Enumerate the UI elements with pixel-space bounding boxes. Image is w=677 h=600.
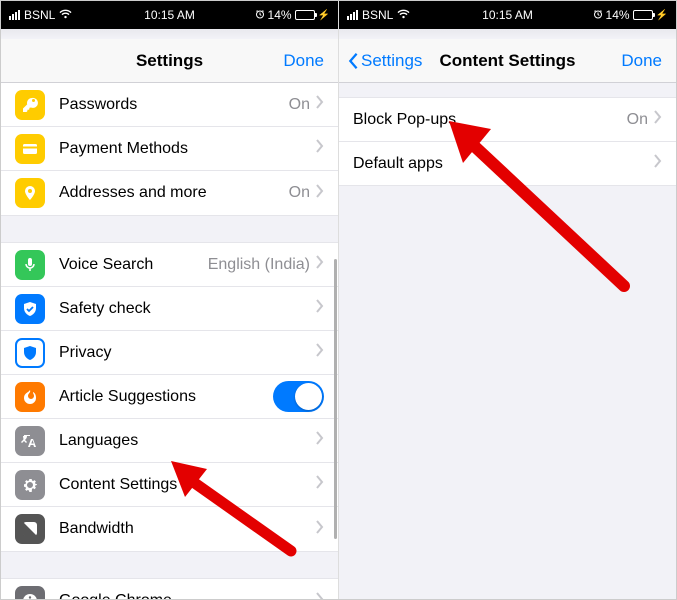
- microphone-icon: [15, 250, 45, 280]
- chevron-right-icon: [316, 299, 324, 318]
- credit-card-icon: [15, 134, 45, 164]
- info-icon: [15, 586, 45, 599]
- row-label: Block Pop-ups: [353, 111, 627, 129]
- battery-percent: 14%: [268, 8, 292, 22]
- translate-icon: [15, 426, 45, 456]
- chevron-right-icon: [654, 154, 662, 173]
- signal-icon: [9, 10, 20, 20]
- battery-icon: [295, 10, 315, 20]
- row-label: Safety check: [59, 300, 316, 318]
- shield-icon: [15, 338, 45, 368]
- battery-percent: 14%: [606, 8, 630, 22]
- nav-bar: Settings Content Settings Done: [339, 39, 676, 83]
- section-separator: [1, 551, 338, 579]
- row-label: Addresses and more: [59, 184, 289, 202]
- chevron-right-icon: [316, 139, 324, 158]
- status-time: 10:15 AM: [116, 8, 223, 22]
- row-google-chrome[interactable]: Google Chrome: [1, 579, 338, 599]
- back-button[interactable]: Settings: [347, 51, 422, 71]
- chevron-right-icon: [316, 475, 324, 494]
- row-languages[interactable]: Languages: [1, 419, 338, 463]
- chevron-right-icon: [316, 520, 324, 539]
- status-time: 10:15 AM: [454, 8, 561, 22]
- chevron-right-icon: [316, 343, 324, 362]
- row-voice-search[interactable]: Voice Search English (India): [1, 243, 338, 287]
- toggle-switch[interactable]: [273, 381, 324, 412]
- row-label: Article Suggestions: [59, 388, 273, 406]
- shield-check-icon: [15, 294, 45, 324]
- back-label: Settings: [361, 51, 422, 71]
- charging-icon: ⚡: [318, 10, 330, 21]
- location-icon: [15, 178, 45, 208]
- row-label: Passwords: [59, 96, 289, 114]
- charging-icon: ⚡: [656, 10, 668, 21]
- row-label: Google Chrome: [59, 592, 316, 599]
- status-bar: BSNL 10:15 AM 14% ⚡: [1, 1, 338, 29]
- chevron-right-icon: [654, 110, 662, 129]
- flame-icon: [15, 382, 45, 412]
- carrier-label: BSNL: [24, 8, 55, 22]
- row-label: Privacy: [59, 344, 316, 362]
- chevron-right-icon: [316, 255, 324, 274]
- battery-icon: [633, 10, 653, 20]
- row-block-popups[interactable]: Block Pop-ups On: [339, 98, 676, 142]
- chevron-right-icon: [316, 592, 324, 600]
- row-safety-check[interactable]: Safety check: [1, 287, 338, 331]
- phone-content-settings: BSNL 10:15 AM 14% ⚡ Settings Content S: [338, 1, 676, 599]
- wifi-icon: [397, 9, 410, 22]
- section-separator: [1, 215, 338, 243]
- chevron-right-icon: [316, 184, 324, 203]
- alarm-icon: [593, 8, 603, 22]
- row-label: Default apps: [353, 155, 654, 173]
- row-label: Content Settings: [59, 476, 316, 494]
- row-addresses[interactable]: Addresses and more On: [1, 171, 338, 215]
- carrier-label: BSNL: [362, 8, 393, 22]
- signal-icon: [347, 10, 358, 20]
- row-label: Languages: [59, 432, 316, 450]
- chevron-right-icon: [316, 95, 324, 114]
- wifi-icon: [59, 9, 72, 22]
- gear-icon: [15, 470, 45, 500]
- done-button[interactable]: Done: [621, 51, 668, 71]
- row-privacy[interactable]: Privacy: [1, 331, 338, 375]
- row-label: Bandwidth: [59, 520, 316, 538]
- status-bar: BSNL 10:15 AM 14% ⚡: [339, 1, 676, 29]
- row-content-settings[interactable]: Content Settings: [1, 463, 338, 507]
- row-article-suggestions[interactable]: Article Suggestions: [1, 375, 338, 419]
- row-value: English (India): [208, 256, 310, 274]
- row-label: Payment Methods: [59, 140, 316, 158]
- nav-bar: Settings Done: [1, 39, 338, 83]
- chevron-right-icon: [316, 431, 324, 450]
- done-button[interactable]: Done: [283, 51, 330, 71]
- alarm-icon: [255, 8, 265, 22]
- row-passwords[interactable]: Passwords On: [1, 83, 338, 127]
- row-value: On: [289, 184, 310, 202]
- key-icon: [15, 90, 45, 120]
- scroll-indicator: [334, 259, 337, 539]
- row-default-apps[interactable]: Default apps: [339, 142, 676, 186]
- row-bandwidth[interactable]: Bandwidth: [1, 507, 338, 551]
- row-payment[interactable]: Payment Methods: [1, 127, 338, 171]
- row-value: On: [289, 96, 310, 114]
- contrast-icon: [15, 514, 45, 544]
- row-value: On: [627, 111, 648, 129]
- phone-settings: BSNL 10:15 AM 14% ⚡ Settings Done: [1, 1, 338, 599]
- row-label: Voice Search: [59, 256, 208, 274]
